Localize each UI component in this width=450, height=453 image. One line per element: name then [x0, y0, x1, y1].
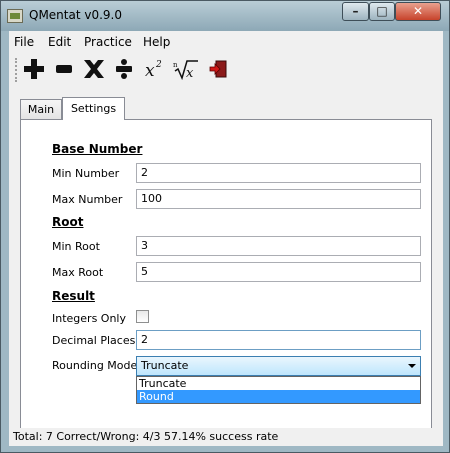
minimize-button[interactable]: –	[342, 2, 369, 21]
root-heading: Root	[52, 215, 84, 229]
divide-icon[interactable]	[111, 56, 137, 82]
min-number-field[interactable]: 2	[136, 163, 421, 183]
result-heading: Result	[52, 289, 95, 303]
menu-file[interactable]: File	[14, 35, 34, 49]
multiply-icon[interactable]	[81, 56, 107, 82]
base-number-heading: Base Number	[52, 142, 143, 156]
min-root-label: Min Root	[52, 240, 100, 253]
add-icon[interactable]	[21, 56, 47, 82]
decimal-places-label: Decimal Places	[52, 334, 136, 347]
rounding-mode-label: Rounding Mode	[52, 359, 138, 372]
title-bar[interactable]: QMentat v0.9.0 – □ ✕	[1, 1, 449, 31]
rounding-mode-value: Truncate	[141, 359, 189, 372]
min-root-field[interactable]: 3	[136, 236, 421, 256]
status-bar: Total: 7 Correct/Wrong: 4/3 57.14% succe…	[9, 428, 443, 446]
rounding-mode-dropdown: Truncate Round	[136, 376, 421, 404]
decimal-places-field[interactable]: 2	[136, 330, 421, 350]
rounding-option-round[interactable]: Round	[137, 390, 420, 403]
menu-practice[interactable]: Practice	[84, 35, 132, 49]
rounding-mode-select[interactable]: Truncate	[136, 356, 421, 376]
toolbar-grip[interactable]	[15, 58, 18, 82]
svg-text:2: 2	[155, 60, 162, 70]
svg-text:n: n	[173, 61, 178, 69]
menu-help[interactable]: Help	[143, 35, 170, 49]
exit-icon[interactable]	[205, 56, 231, 82]
power-icon[interactable]: x2	[143, 56, 169, 82]
chevron-down-icon	[408, 364, 416, 368]
svg-text:x: x	[186, 66, 194, 80]
app-icon	[7, 9, 23, 23]
max-number-label: Max Number	[52, 193, 123, 206]
tab-settings[interactable]: Settings	[62, 97, 125, 120]
menu-bar: File Edit Practice Help	[9, 31, 443, 52]
integers-only-checkbox[interactable]	[136, 310, 149, 323]
rounding-option-truncate[interactable]: Truncate	[137, 377, 420, 390]
max-root-label: Max Root	[52, 266, 104, 279]
settings-panel: Base Number Min Number 2 Max Number 100 …	[20, 119, 432, 429]
client-area: File Edit Practice Help x2 nx Main Setti…	[9, 31, 443, 446]
toolbar: x2 nx	[9, 52, 443, 88]
svg-text:x: x	[145, 61, 155, 80]
app-window: QMentat v0.9.0 – □ ✕ File Edit Practice …	[0, 0, 450, 453]
root-icon[interactable]: nx	[173, 56, 199, 82]
close-button[interactable]: ✕	[395, 2, 441, 21]
integers-only-label: Integers Only	[52, 312, 126, 325]
window-title: QMentat v0.9.0	[29, 8, 122, 22]
menu-edit[interactable]: Edit	[48, 35, 71, 49]
max-number-field[interactable]: 100	[136, 189, 421, 209]
max-root-field[interactable]: 5	[136, 262, 421, 282]
min-number-label: Min Number	[52, 167, 120, 180]
tab-main[interactable]: Main	[20, 99, 62, 120]
maximize-button[interactable]: □	[369, 2, 395, 21]
subtract-icon[interactable]	[51, 56, 77, 82]
